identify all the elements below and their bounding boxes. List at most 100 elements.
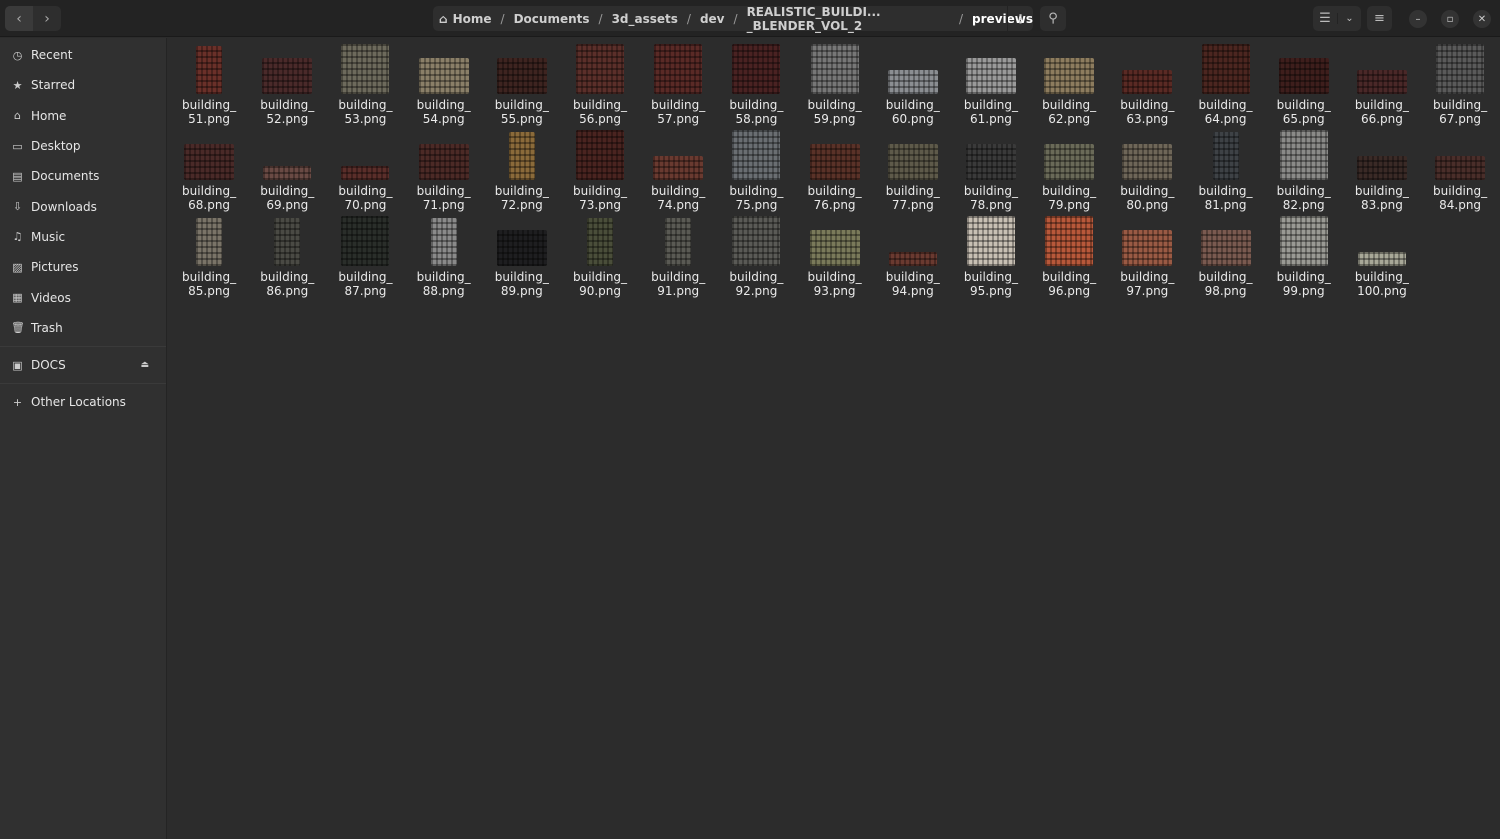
file-name: building_ 94.png xyxy=(882,270,944,298)
breadcrumb-realistic-buildings[interactable]: REALISTIC_BUILDI... _BLENDER_VOL_2 xyxy=(747,5,950,33)
file-name-text: building_ 88.png xyxy=(416,270,471,298)
file-item[interactable]: building_ 76.png xyxy=(796,128,874,214)
breadcrumb-documents[interactable]: Documents xyxy=(514,12,590,26)
sidebar-item-pictures[interactable]: ▨ Pictures xyxy=(0,252,166,282)
sidebar-item-other-locations[interactable]: + Other Locations xyxy=(0,387,166,417)
file-item[interactable]: building_ 93.png xyxy=(796,214,874,300)
file-name: building_ 76.png xyxy=(804,184,866,212)
search-button[interactable]: ⚲ xyxy=(1040,6,1066,31)
file-item[interactable]: building_ 61.png xyxy=(952,42,1030,128)
file-item[interactable]: building_ 64.png xyxy=(1186,42,1264,128)
close-button[interactable]: ✕ xyxy=(1473,10,1491,28)
file-item[interactable]: building_ 52.png xyxy=(248,42,326,128)
breadcrumb-3d-assets[interactable]: 3d_assets xyxy=(612,12,678,26)
file-item[interactable]: building_ 70.png xyxy=(326,128,404,214)
file-item[interactable]: building_ 100.png xyxy=(1343,214,1421,300)
sidebar-item-documents[interactable]: ▤ Documents xyxy=(0,161,166,191)
building-thumbnail-image xyxy=(1201,44,1250,94)
file-item[interactable]: building_ 59.png xyxy=(796,42,874,128)
file-item[interactable]: building_ 63.png xyxy=(1108,42,1186,128)
eject-icon[interactable]: ⏏ xyxy=(140,360,149,370)
file-item[interactable]: building_ 69.png xyxy=(248,128,326,214)
file-item[interactable]: building_ 95.png xyxy=(952,214,1030,300)
minimize-button[interactable]: – xyxy=(1409,10,1427,28)
file-item[interactable]: building_ 57.png xyxy=(639,42,717,128)
breadcrumb-home[interactable]: Home xyxy=(453,12,492,26)
file-item[interactable]: building_ 97.png xyxy=(1108,214,1186,300)
file-item[interactable]: building_ 92.png xyxy=(717,214,795,300)
file-item[interactable]: building_ 85.png xyxy=(170,214,248,300)
sidebar-item-videos[interactable]: ▦ Videos xyxy=(0,282,166,312)
sidebar-item-music[interactable]: ♫ Music xyxy=(0,222,166,252)
building-thumbnail-image xyxy=(196,46,223,94)
clock-icon: ◷ xyxy=(12,48,23,62)
file-item[interactable]: building_ 81.png xyxy=(1186,128,1264,214)
file-item[interactable]: building_ 73.png xyxy=(561,128,639,214)
list-view-icon[interactable]: ☰ xyxy=(1313,11,1337,26)
chevron-down-icon[interactable]: ⌄ xyxy=(1337,13,1361,24)
path-menu-button[interactable]: ⋮ xyxy=(1007,6,1033,31)
file-item[interactable]: building_ 65.png xyxy=(1265,42,1343,128)
file-item[interactable]: building_ 90.png xyxy=(561,214,639,300)
sidebar-item-starred[interactable]: ★ Starred xyxy=(0,70,166,100)
sidebar-item-label: Music xyxy=(31,229,66,244)
building-thumbnail-image xyxy=(665,218,692,266)
main-menu-button[interactable]: ≡ xyxy=(1367,6,1392,31)
file-name-text: building_ 86.png xyxy=(260,270,315,298)
breadcrumb: ⌂ Home / Documents/ 3d_assets / dev / REALI… xyxy=(433,5,1033,33)
file-item[interactable]: building_ 75.png xyxy=(717,128,795,214)
file-item[interactable]: building_ 77.png xyxy=(874,128,952,214)
thumbnail xyxy=(732,214,781,266)
file-item[interactable]: building_ 99.png xyxy=(1265,214,1343,300)
sidebar-item-label: Desktop xyxy=(31,139,81,154)
sidebar-item-downloads[interactable]: ⇩ Downloads xyxy=(0,191,166,221)
file-item[interactable]: building_ 91.png xyxy=(639,214,717,300)
file-name-text: building_ 72.png xyxy=(494,184,549,212)
file-item[interactable]: building_ 74.png xyxy=(639,128,717,214)
file-item[interactable]: building_ 60.png xyxy=(874,42,952,128)
file-item[interactable]: building_ 79.png xyxy=(1030,128,1108,214)
file-item[interactable]: building_ 55.png xyxy=(483,42,561,128)
file-item[interactable]: building_ 89.png xyxy=(483,214,561,300)
file-item[interactable]: building_ 84.png xyxy=(1421,128,1499,214)
file-item[interactable]: building_ 67.png xyxy=(1421,42,1499,128)
sidebar-item-docs[interactable]: ▣ DOCS ⏏ xyxy=(0,350,166,380)
file-item[interactable]: building_ 51.png xyxy=(170,42,248,128)
file-item[interactable]: building_ 58.png xyxy=(717,42,795,128)
file-item[interactable]: building_ 66.png xyxy=(1343,42,1421,128)
file-item[interactable]: building_ 82.png xyxy=(1265,128,1343,214)
thumbnail xyxy=(1122,42,1173,94)
file-item[interactable]: building_ 83.png xyxy=(1343,128,1421,214)
sidebar-item-trash[interactable]: 🗑 Trash xyxy=(0,313,166,343)
thumbnail xyxy=(274,214,301,266)
file-item[interactable]: building_ 54.png xyxy=(405,42,483,128)
file-item[interactable]: building_ 56.png xyxy=(561,42,639,128)
thumbnail xyxy=(1200,214,1251,266)
back-button[interactable]: ‹ xyxy=(5,6,33,31)
breadcrumb-dev[interactable]: dev xyxy=(700,12,725,26)
building-thumbnail-image xyxy=(1122,70,1173,94)
file-item[interactable]: building_ 62.png xyxy=(1030,42,1108,128)
file-item[interactable]: building_ 98.png xyxy=(1186,214,1264,300)
file-item[interactable]: building_ 94.png xyxy=(874,214,952,300)
file-item[interactable]: building_ 96.png xyxy=(1030,214,1108,300)
thumbnail xyxy=(1279,214,1328,266)
sidebar-item-recent[interactable]: ◷ Recent xyxy=(0,40,166,70)
file-item[interactable]: building_ 72.png xyxy=(483,128,561,214)
file-item[interactable]: building_ 87.png xyxy=(326,214,404,300)
file-item[interactable]: building_ 86.png xyxy=(248,214,326,300)
sidebar-item-desktop[interactable]: ▭ Desktop xyxy=(0,131,166,161)
header-bar: ‹ › ⌂ Home / Documents/ 3d_assets / dev / R… xyxy=(0,0,1500,37)
sidebar-item-home[interactable]: ⌂ Home xyxy=(0,101,166,131)
file-item[interactable]: building_ 68.png xyxy=(170,128,248,214)
videos-icon: ▦ xyxy=(12,291,23,305)
file-item[interactable]: building_ 88.png xyxy=(405,214,483,300)
file-item[interactable]: building_ 71.png xyxy=(405,128,483,214)
file-item[interactable]: building_ 80.png xyxy=(1108,128,1186,214)
maximize-button[interactable]: ▫ xyxy=(1441,10,1459,28)
file-item[interactable]: building_ 53.png xyxy=(326,42,404,128)
file-item[interactable]: building_ 78.png xyxy=(952,128,1030,214)
file-name: building_ 100.png xyxy=(1351,270,1413,298)
forward-button[interactable]: › xyxy=(33,6,61,31)
file-name: building_ 98.png xyxy=(1195,270,1257,298)
